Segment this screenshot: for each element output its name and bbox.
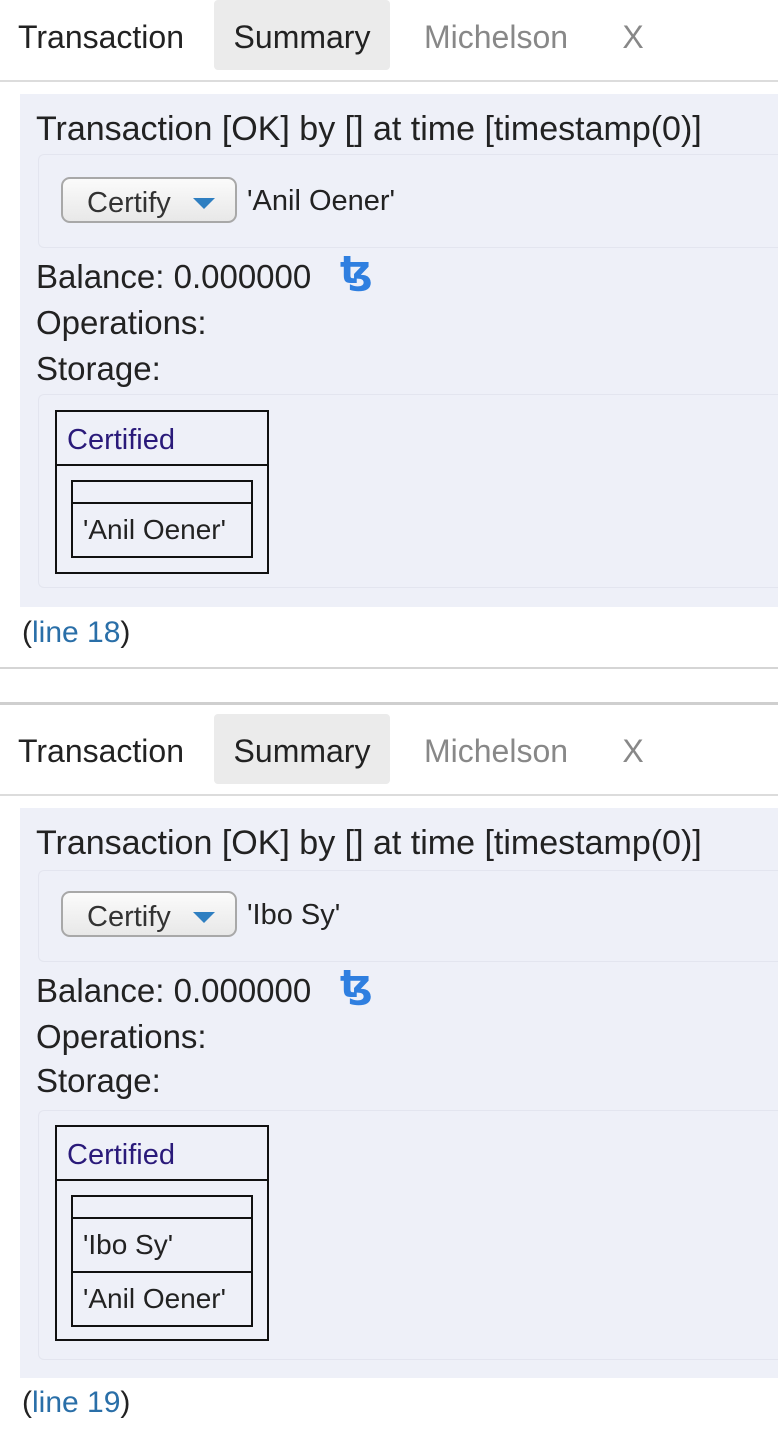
- set-item: 'Anil Oener': [83, 514, 226, 545]
- chevron-down-icon: [193, 198, 215, 209]
- entrypoint-select[interactable]: Certify: [61, 891, 237, 937]
- transaction-block-2: Transaction Summary Michelson X Transact…: [0, 714, 778, 1432]
- transaction-title: Transaction [OK] by [] at time [timestam…: [36, 110, 702, 148]
- entrypoint-label: Certify: [87, 187, 171, 219]
- set-header: [73, 1197, 251, 1219]
- tab-transaction[interactable]: Transaction: [0, 714, 222, 784]
- tez-icon: ꜩ: [340, 964, 373, 1006]
- line-open-paren: (: [22, 616, 32, 649]
- call-box: Certify 'Anil Oener': [38, 154, 778, 248]
- line-reference: (line 18): [22, 616, 130, 650]
- output-tabs: Transaction Summary Michelson X: [0, 714, 778, 796]
- output-tabs: Transaction Summary Michelson X: [0, 0, 778, 82]
- transaction-block-1: Transaction Summary Michelson X Transact…: [0, 0, 778, 670]
- balance-label: Balance: 0.000000: [36, 258, 312, 295]
- call-box: Certify 'Ibo Sy': [38, 870, 778, 962]
- tab-transaction[interactable]: Transaction: [0, 0, 222, 70]
- storage-record: Certified 'Ibo Sy' 'Anil Oener': [55, 1125, 269, 1341]
- set-item: 'Anil Oener': [73, 1271, 251, 1325]
- call-parameter: 'Ibo Sy': [247, 899, 341, 931]
- storage-box: Certified 'Ibo Sy' 'Anil Oener': [38, 1110, 778, 1360]
- line-close-paren: ): [120, 1386, 131, 1419]
- line-close-paren: ): [120, 616, 131, 649]
- certified-set: 'Ibo Sy' 'Anil Oener': [71, 1195, 253, 1327]
- balance-label: Balance: 0.000000: [36, 972, 312, 1009]
- line-link[interactable]: line 18: [32, 616, 120, 649]
- operations-label: Operations:: [36, 304, 207, 341]
- entrypoint-label: Certify: [87, 901, 171, 933]
- tab-michelson[interactable]: Michelson: [402, 714, 590, 784]
- tab-summary[interactable]: Summary: [214, 0, 390, 70]
- set-header: [73, 482, 251, 504]
- line-reference: (line 19): [22, 1386, 130, 1420]
- set-item: 'Ibo Sy': [83, 1229, 174, 1260]
- tab-close[interactable]: X: [610, 714, 656, 784]
- line-link[interactable]: line 19: [32, 1386, 120, 1419]
- record-field-name: Certified: [57, 412, 267, 466]
- call-parameter: 'Anil Oener': [247, 185, 396, 217]
- summary-panel: Transaction [OK] by [] at time [timestam…: [20, 808, 778, 1378]
- line-open-paren: (: [22, 1386, 32, 1419]
- tab-summary[interactable]: Summary: [214, 714, 390, 784]
- record-field-name: Certified: [57, 1127, 267, 1181]
- transaction-title: Transaction [OK] by [] at time [timestam…: [36, 824, 702, 862]
- divider: [0, 667, 778, 669]
- storage-label: Storage:: [36, 350, 161, 387]
- block-divider: [0, 702, 778, 705]
- entrypoint-select[interactable]: Certify: [61, 177, 237, 223]
- storage-label: Storage:: [36, 1062, 161, 1099]
- tab-michelson[interactable]: Michelson: [402, 0, 590, 70]
- tab-close[interactable]: X: [610, 0, 656, 70]
- storage-box: Certified 'Anil Oener': [38, 394, 778, 588]
- certified-set: 'Anil Oener': [71, 480, 253, 558]
- summary-panel: Transaction [OK] by [] at time [timestam…: [20, 94, 778, 607]
- chevron-down-icon: [193, 912, 215, 923]
- tez-icon: ꜩ: [340, 250, 373, 292]
- storage-record: Certified 'Anil Oener': [55, 410, 269, 574]
- operations-label: Operations:: [36, 1018, 207, 1055]
